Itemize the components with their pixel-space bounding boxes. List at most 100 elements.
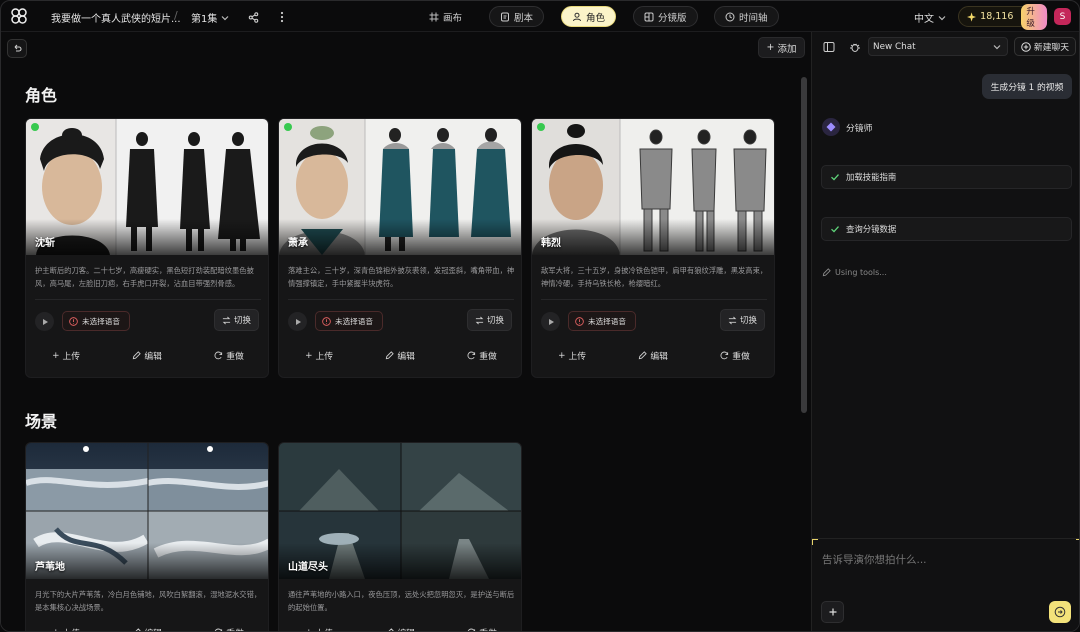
play-voice-button[interactable]	[35, 312, 54, 331]
tab-storyboard[interactable]: 分镜版	[633, 6, 698, 27]
character-name: 沈斩	[35, 238, 55, 249]
tab-characters[interactable]: 角色	[561, 6, 617, 27]
chat-selector-label: New Chat	[873, 41, 916, 52]
share-icon[interactable]	[245, 9, 261, 25]
new-chat-button[interactable]: 新建聊天	[1014, 37, 1076, 56]
refresh-icon	[467, 351, 476, 360]
new-chat-label: 新建聊天	[1033, 43, 1070, 53]
chevron-down-icon	[993, 44, 1001, 49]
pencil-icon	[388, 628, 395, 631]
voice-status-button[interactable]: 未选择语音	[62, 311, 130, 331]
switch-voice-button[interactable]: 切换	[214, 309, 259, 331]
pencil-icon	[639, 351, 648, 360]
focus-corner	[812, 539, 818, 545]
scrollbar[interactable]	[801, 77, 807, 413]
redo-button[interactable]: 重做	[467, 626, 497, 631]
check-icon	[831, 174, 839, 181]
voice-status-label: 未选择语音	[82, 316, 120, 326]
play-voice-button[interactable]	[541, 312, 560, 331]
character-icon	[573, 12, 581, 21]
upload-button[interactable]: + 上传	[305, 626, 333, 632]
project-title[interactable]: 我要做一个真人武侠的短片...	[51, 10, 181, 25]
pencil-icon	[135, 628, 142, 631]
upload-button[interactable]: +上传	[52, 349, 80, 363]
edit-button[interactable]: 编辑	[385, 349, 415, 362]
scene-card[interactable]: 山道尽头 通往芦苇地的小路入口，夜色压顶，远处火把忽明忽灭，是护送与断后的起始位…	[278, 442, 522, 632]
character-description: 护主断后的刀客。二十七岁，高瘦硬实，黑色短打劲装配暗纹墨色披风，高马尾，左脸旧刀…	[35, 266, 254, 288]
attach-button[interactable]	[821, 601, 844, 623]
edit-button[interactable]: 编辑	[132, 349, 162, 362]
tool-call-item[interactable]: 查询分镜数据	[821, 217, 1072, 241]
tool-call-item[interactable]: 加载技能指南	[821, 165, 1072, 189]
scene-image[interactable]: 山道尽头	[279, 443, 521, 579]
tab-script[interactable]: 剧本	[489, 6, 545, 27]
character-name: 萧承	[288, 238, 308, 249]
tool-call-label: 加载技能指南	[846, 172, 897, 182]
upload-button[interactable]: +上传	[52, 626, 80, 632]
redo-button[interactable]: 重做	[720, 349, 750, 362]
upload-button[interactable]: +上传	[558, 349, 586, 363]
tab-canvas[interactable]: 画布	[419, 6, 472, 27]
edit-button[interactable]: 编辑	[638, 349, 668, 362]
scene-name: 山道尽头	[288, 562, 328, 573]
episode-label: 第1集	[191, 14, 218, 25]
switch-voice-button[interactable]: 切换	[720, 309, 765, 331]
language-selector[interactable]: 中文	[914, 10, 946, 25]
character-card[interactable]: 萧承 落难主公，三十岁，深青色锦袍外披灰裘领，发冠歪斜，嘴角带血，神情强撑镇定，…	[278, 118, 522, 378]
agent-avatar-icon	[822, 118, 840, 136]
more-options-icon[interactable]	[274, 9, 290, 25]
upgrade-button[interactable]: 升级	[1021, 3, 1047, 30]
refresh-icon	[215, 628, 223, 631]
bug-icon[interactable]	[847, 39, 863, 55]
redo-button[interactable]: 重做	[214, 349, 244, 362]
play-icon	[548, 318, 554, 325]
play-icon	[42, 318, 48, 325]
switch-voice-button[interactable]: 切换	[467, 309, 512, 331]
character-card[interactable]: 韩烈 敌军大将，三十五岁，身披冷铁色铠甲，肩甲有狼纹浮雕，黑发高束，神情冷硬，手…	[531, 118, 775, 378]
alert-icon	[69, 316, 78, 326]
chevron-down-icon	[221, 15, 229, 20]
upload-button[interactable]: +上传	[305, 349, 333, 363]
swap-icon	[475, 316, 484, 324]
voice-status-button[interactable]: 未选择语音	[315, 311, 383, 331]
add-button[interactable]: + 添加	[758, 37, 805, 58]
chat-input[interactable]: 告诉导演你想拍什么...	[822, 552, 927, 567]
refresh-icon	[720, 351, 729, 360]
plus-icon: +	[305, 628, 312, 632]
back-button[interactable]	[7, 39, 27, 58]
credits-badge[interactable]: 18,116 升级	[958, 3, 1048, 30]
refresh-icon	[214, 351, 223, 360]
plus-icon: +	[52, 350, 60, 361]
play-voice-button[interactable]	[288, 312, 307, 331]
character-image[interactable]: 萧承	[279, 119, 521, 255]
character-image[interactable]: 韩烈	[532, 119, 774, 255]
storyboard-icon	[644, 12, 654, 21]
redo-button[interactable]: 重做	[467, 349, 497, 362]
voice-status-button[interactable]: 未选择语音	[568, 311, 636, 331]
tab-timeline[interactable]: 时间轴	[714, 6, 779, 27]
refresh-icon	[468, 628, 476, 631]
avatar[interactable]: S	[1054, 8, 1071, 25]
divider	[35, 299, 261, 300]
edit-button[interactable]: 编辑	[132, 626, 162, 631]
language-label: 中文	[914, 14, 934, 25]
upload-label: 上传	[316, 626, 334, 631]
scene-card[interactable]: 芦苇地 月光下的大片芦苇荡，冷白月色铺地，风吹白絮翻滚，湿地泥水交错，是本集核心…	[25, 442, 269, 632]
chat-selector[interactable]: New Chat	[868, 37, 1008, 56]
switch-label: 切换	[233, 316, 251, 326]
plus-icon	[829, 608, 836, 616]
card-actions: +上传 编辑 重做	[26, 349, 268, 363]
swap-icon	[728, 316, 737, 324]
edit-button[interactable]: 编辑	[385, 626, 415, 631]
scene-image[interactable]: 芦苇地	[26, 443, 268, 579]
status-dot	[284, 123, 292, 131]
app-logo-icon[interactable]	[10, 7, 28, 25]
episode-selector[interactable]: 第1集	[191, 10, 229, 25]
chat-input-area[interactable]: 告诉导演你想拍什么...	[812, 538, 1079, 631]
character-image[interactable]: 沈斩	[26, 119, 268, 255]
panel-toggle-icon[interactable]	[821, 39, 837, 55]
character-card[interactable]: 沈斩 护主断后的刀客。二十七岁，高瘦硬实，黑色短打劲装配暗纹墨色披风，高马尾，左…	[25, 118, 269, 378]
alert-icon	[575, 316, 584, 326]
redo-button[interactable]: 重做	[214, 626, 244, 631]
send-button[interactable]	[1049, 601, 1071, 623]
